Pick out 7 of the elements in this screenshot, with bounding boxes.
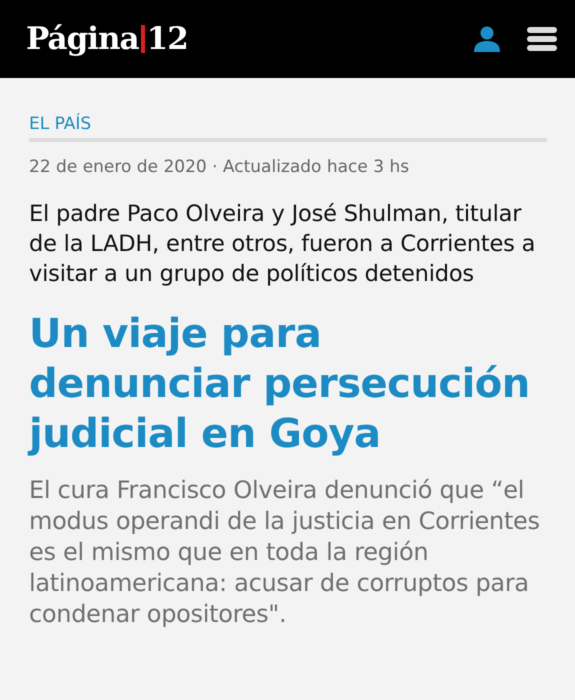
user-icon[interactable] — [473, 26, 501, 52]
article-summary: El cura Francisco Olveira denunció que “el modus operandi de la justicia en Corrientes es el mismo que en toda la región latinoamericana: acusar de corruptos para condenar opositores". — [29, 475, 541, 630]
article-subtitle: El padre Paco Olveira y José Shulman, titular de la LADH, entre otros, fueron a Corrientes a visitar a un grupo de políticos detenidos — [29, 200, 536, 289]
article-date: 22 de enero de 2020 · Actualizado hace 3 hs — [29, 157, 410, 177]
logo[interactable]: Página 12 — [26, 21, 188, 57]
article-title: Un viaje para denunciar persecución judicial en Goya — [29, 310, 531, 459]
menu-icon[interactable] — [527, 27, 557, 51]
